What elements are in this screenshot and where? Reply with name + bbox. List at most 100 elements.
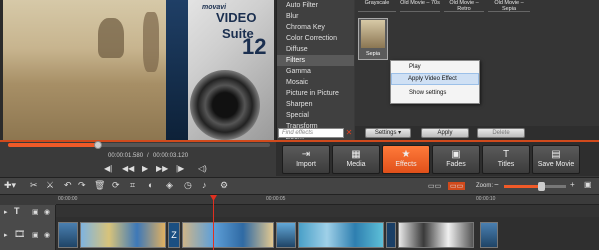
nav-label: Effects [395,161,417,168]
nav-icon: ▤ [551,149,561,160]
clip-transition[interactable] [276,222,296,248]
zoom-out-icon[interactable]: − [494,180,499,189]
nav-icon: ▦ [351,149,361,160]
filter-item[interactable]: Diffuse [277,44,354,55]
title-track[interactable] [56,205,599,217]
nav-button-effects[interactable]: ★ Effects [382,145,430,174]
nav-label: Titles [497,161,515,168]
clip-transition[interactable] [58,222,78,248]
nav-button-titles[interactable]: T Titles [482,145,530,174]
filter-item[interactable]: Auto Filter [277,0,354,11]
nav-icon: ★ [401,149,411,160]
nav-button-save-movie[interactable]: ▤ Save Movie [532,145,580,174]
audio-icon[interactable]: ♪ [202,180,207,190]
crop-icon[interactable]: ⌗ [130,180,135,191]
search-input[interactable]: Find effects [278,128,344,138]
previous-frame-icon[interactable]: ◀| [104,164,112,173]
nav-icon: ▣ [451,149,461,160]
filter-item[interactable]: Color Correction [277,33,354,44]
video-clip[interactable] [80,222,166,248]
clear-search-icon[interactable]: ✕ [345,128,353,138]
timeline-ruler[interactable] [56,195,599,205]
video-clip[interactable] [298,222,384,248]
settings-icon[interactable]: ⚙ [220,180,228,191]
menu-item-apply-effect[interactable]: Apply Video Effect [408,76,457,82]
rotate-icon[interactable]: ⟳ [112,180,120,191]
filter-item[interactable]: Sharpen [277,99,354,110]
view-timeline-icon[interactable]: ▭▭ [448,182,466,190]
visibility-icon[interactable]: ◉ [44,231,50,239]
cut-icon[interactable]: ✂ [30,180,38,191]
expand-icon[interactable]: ▸ [4,231,8,239]
preview-frame-photo [3,0,166,140]
track-headers: ▸ T ▣ ◉ ▸ 🎞 ▣ ◉ [0,205,56,250]
settings-dropdown[interactable]: Settings ▾ [365,128,411,138]
settings-label: Settings [374,130,397,136]
visibility-icon[interactable]: ◉ [44,208,50,216]
effect-thumb-grayscale[interactable]: Grayscale [358,0,396,12]
delete-button[interactable]: Delete [477,128,525,138]
fit-icon[interactable]: ▣ [584,180,592,189]
lock-icon[interactable]: ▣ [32,231,39,239]
clip-transition[interactable] [480,222,498,248]
menu-item-play[interactable]: Play [409,64,421,70]
box-title-video: VIDEO [216,10,257,25]
effect-thumb-sepia-old[interactable]: Old Movie – Sepia [488,0,530,12]
zoom-handle[interactable] [538,182,545,191]
view-storyboard-icon[interactable]: ▭▭ [428,182,441,190]
camera-lens-graphic [190,70,260,140]
volume-icon[interactable]: ◁) [198,164,207,173]
filter-item[interactable]: Mosaic [277,77,354,88]
filter-item[interactable]: Picture in Picture [277,88,354,99]
clip-transition[interactable] [386,222,396,248]
clip-transition[interactable]: Z [168,222,180,248]
video-track-icon: 🎞 [14,229,26,239]
sepia-thumb-image [361,20,385,48]
chevron-down-icon: ▾ [398,130,402,136]
time-row: 00:00:01.580 / 00:00:03.120 [0,150,276,162]
add-icon[interactable]: ✚▾ [4,180,16,191]
next-frame-icon[interactable]: |▶ [176,164,184,173]
filter-item[interactable]: Filters [277,55,354,66]
stabilize-icon[interactable]: ◈ [166,180,173,191]
redo-icon[interactable]: ↷ [78,180,86,191]
nav-label: Fades [446,161,466,168]
time-separator: / [147,153,149,159]
filter-item[interactable]: Blur [277,11,354,22]
menu-item-show-settings[interactable]: Show settings [409,90,446,96]
seek-handle[interactable] [94,141,102,149]
zoom-in-icon[interactable]: + [570,180,575,189]
effect-thumb-retro[interactable]: Old Movie – Retro [444,0,484,12]
fast-forward-icon[interactable]: ▶▶ [156,164,168,173]
nav-button-media[interactable]: ▦ Media [332,145,380,174]
delete-icon[interactable]: 🗑 [94,180,105,191]
video-clip[interactable] [182,222,274,248]
apply-button[interactable]: Apply [421,128,469,138]
filter-item[interactable]: Gamma [277,66,354,77]
speed-icon[interactable]: ◷ [184,180,192,191]
lock-icon[interactable]: ▣ [32,208,39,216]
zoom-level [504,185,542,188]
playhead[interactable] [213,195,214,250]
rewind-icon[interactable]: ◀◀ [122,164,134,173]
box-version: 12 [242,34,267,59]
filter-item[interactable]: Special [277,110,354,121]
zoom-label: Zoom: [476,183,494,189]
split-icon[interactable]: ⚔ [46,180,54,191]
nav-button-import[interactable]: ⇥ Import [282,145,330,174]
expand-icon[interactable]: ▸ [4,208,8,216]
filter-item[interactable]: Chroma Key [277,22,354,33]
effect-thumb-70s[interactable]: Old Movie – 70s [400,0,440,12]
title-track-icon: T [14,206,20,216]
undo-icon[interactable]: ↶ [64,180,72,191]
ruler-tick: 00:00:10 [476,196,496,202]
seek-progress [8,143,98,147]
play-icon[interactable]: ▶ [142,164,148,173]
video-clip[interactable] [398,222,474,248]
effect-settings-row: Settings ▾ Apply Delete [355,126,599,140]
sepia-label: Sepia [365,51,381,57]
color-icon[interactable]: ◐ [148,180,153,190]
nav-label: Save Movie [537,161,575,168]
ruler-tick: 00:00:05 [266,196,286,202]
nav-button-fades[interactable]: ▣ Fades [432,145,480,174]
